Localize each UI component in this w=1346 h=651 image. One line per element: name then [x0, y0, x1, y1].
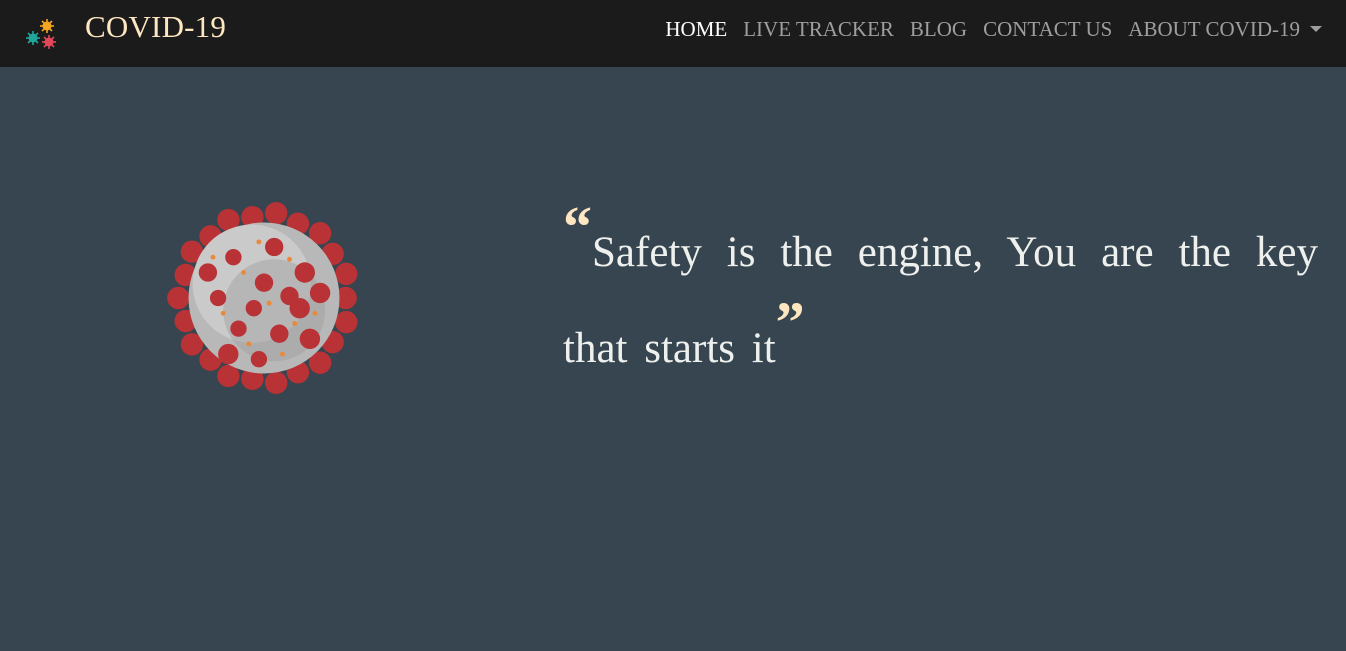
quote-text: Safety is the engine, You are the key th… [563, 229, 1318, 372]
nav-blog[interactable]: BLOG [910, 17, 967, 42]
nav-about-covid-dropdown[interactable]: ABOUT COVID-19 [1128, 17, 1322, 42]
brand-title[interactable]: COVID-19 [85, 9, 226, 45]
virus-cluster-icon[interactable] [22, 15, 60, 53]
main-nav: HOME LIVE TRACKER BLOG CONTACT US ABOUT … [649, 0, 1322, 58]
nav-home[interactable]: HOME [665, 17, 727, 42]
nav-contact-us[interactable]: CONTACT US [983, 17, 1112, 42]
coronavirus-illustration [167, 201, 358, 395]
chevron-down-icon [1310, 25, 1322, 32]
nav-about-covid-label: ABOUT COVID-19 [1128, 16, 1300, 41]
navbar: COVID-19 HOME LIVE TRACKER BLOG CONTACT … [0, 0, 1346, 67]
quote-close-mark: ” [775, 290, 805, 355]
hero-quote: “Safety is the engine, You are the key t… [563, 198, 1318, 397]
nav-live-tracker[interactable]: LIVE TRACKER [743, 17, 894, 42]
quote-open-mark: “ [563, 194, 592, 259]
